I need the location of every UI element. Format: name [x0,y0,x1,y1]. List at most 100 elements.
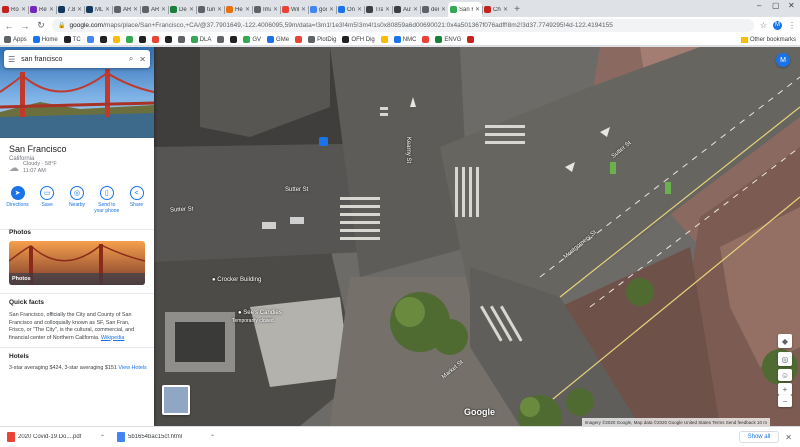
bookmark-item[interactable]: GMe [267,36,289,43]
pegman-icon[interactable]: ☺ [778,369,792,381]
layers-toggle[interactable] [162,385,190,415]
browser-tab[interactable]: Tran✕ [364,2,392,17]
action-share-button[interactable]: < Share [123,186,150,214]
browser-tab[interactable]: Delh✕ [168,2,196,17]
my-location-icon[interactable]: ◎ [778,352,792,366]
close-tab-icon[interactable]: ✕ [133,6,138,13]
browser-tab[interactable]: turn✕ [196,2,224,17]
bookmark-item[interactable] [125,36,133,43]
bookmark-item[interactable] [138,36,146,43]
show-all-button[interactable]: Show all [738,431,780,443]
account-avatar[interactable]: M [776,53,790,67]
browser-tab[interactable]: Rethi✕ [28,2,56,17]
bookmark-item[interactable] [295,36,303,43]
action-directions-button[interactable]: ➤ Directions [4,186,31,214]
browser-tab[interactable]: Chen✕ [482,2,510,17]
browser-tab[interactable]: Will✕ [280,2,308,17]
browser-tab[interactable]: AR-C✕ [140,2,168,17]
bookmark-item[interactable] [86,36,94,43]
bookmark-item[interactable]: NMC [393,36,416,43]
bookmark-item[interactable] [467,36,475,43]
bookmark-item[interactable] [230,36,238,43]
close-tab-icon[interactable]: ✕ [441,6,446,13]
bookmark-item[interactable] [99,36,107,43]
action-save-button[interactable]: ▭ Save [34,186,61,214]
download-item[interactable]: 5b1654bac15cf.html ⌃ [114,430,218,445]
other-bookmarks[interactable]: Other bookmarks [740,36,796,43]
browser-tab[interactable]: Auto✕ [392,2,420,17]
close-tab-icon[interactable]: ✕ [475,6,480,13]
browser-tab[interactable]: Road✕ [0,2,28,17]
close-tab-icon[interactable]: ✕ [503,6,508,13]
hamburger-menu-icon[interactable]: ☰ [8,55,15,64]
close-window-icon[interactable]: ✕ [788,1,795,10]
browser-tab[interactable]: MLT✕ [84,2,112,17]
poi-sees-candies[interactable]: ● See's Candies [238,310,282,316]
close-tab-icon[interactable]: ✕ [21,6,26,13]
bookmark-item[interactable] [217,36,225,43]
bookmark-item[interactable] [151,36,159,43]
bookmark-item[interactable] [164,36,172,43]
maximize-icon[interactable]: ▢ [772,1,780,10]
bookmark-item[interactable]: Apps [4,36,27,43]
download-item[interactable]: 2020 Covid-19 Do....pdf ⌃ [4,430,108,445]
close-tab-icon[interactable]: ✕ [357,6,362,13]
browser-tab[interactable]: Imag✕ [252,2,280,17]
chevron-up-icon[interactable]: ⌃ [210,434,215,441]
compass-icon[interactable]: ◆ [778,334,792,348]
bookmark-item[interactable]: DLA [190,36,211,43]
action-send-button[interactable]: ▯ Send to your phone [93,186,120,214]
zoom-in-button[interactable]: + [778,383,792,395]
close-tab-icon[interactable]: ✕ [49,6,54,13]
close-tab-icon[interactable]: ✕ [329,6,334,13]
close-tab-icon[interactable]: ✕ [385,6,390,13]
clear-search-icon[interactable]: ✕ [139,55,146,64]
close-tab-icon[interactable]: ✕ [189,6,194,13]
close-tab-icon[interactable]: ✕ [217,6,222,13]
close-tab-icon[interactable]: ✕ [413,6,418,13]
view-hotels-link[interactable]: View Hotels [118,365,146,371]
bookmark-item[interactable]: GV [243,36,261,43]
bookmark-item[interactable] [380,36,388,43]
browser-tab[interactable]: goog✕ [308,2,336,17]
browser-menu-icon[interactable]: ⋮ [788,21,796,30]
bookmark-item[interactable]: Home [32,36,58,43]
action-nearby-button[interactable]: ◎ Nearby [64,186,91,214]
bookmark-item[interactable]: ENVG [435,36,461,43]
zoom-out-button[interactable]: − [778,395,792,407]
close-tab-icon[interactable]: ✕ [105,6,110,13]
bookmark-item[interactable]: TC [63,36,81,43]
photos-thumbnail[interactable]: Photos [9,241,145,285]
browser-tab[interactable]: Help✕ [224,2,252,17]
close-tab-icon[interactable]: ✕ [301,6,306,13]
search-box[interactable]: ☰ san francisco ⌕ ✕ [4,50,150,68]
browser-tab[interactable]: dem✕ [420,2,448,17]
bookmark-item[interactable]: OFH Dig [342,36,375,43]
search-input[interactable]: san francisco [21,56,123,63]
close-tab-icon[interactable]: ✕ [273,6,278,13]
browser-tab[interactable]: 7.8 n✕ [56,2,84,17]
close-tab-icon[interactable]: ✕ [245,6,250,13]
reload-icon[interactable]: ↻ [36,20,46,31]
wikipedia-link[interactable]: Wikipedia [101,335,124,341]
profile-avatar-icon[interactable]: M [773,21,782,30]
close-downloads-icon[interactable]: ✕ [785,433,792,442]
address-bar[interactable]: 🔒 google.com/maps/place/San+Francisco,+C… [52,19,754,32]
close-tab-icon[interactable]: ✕ [161,6,166,13]
browser-tab[interactable]: One✕ [336,2,364,17]
bookmark-item[interactable] [422,36,430,43]
new-tab-button[interactable]: + [510,2,524,17]
chevron-up-icon[interactable]: ⌃ [100,434,105,441]
bookmark-item[interactable] [112,36,120,43]
minimize-icon[interactable]: – [757,1,761,10]
poi-crocker-building[interactable]: ● Crocker Building [212,277,261,283]
search-icon[interactable]: ⌕ [129,54,133,64]
bookmark-item[interactable]: PlotDig [308,36,336,43]
browser-tab[interactable]: San F✕ [448,2,482,17]
close-tab-icon[interactable]: ✕ [77,6,82,13]
star-icon[interactable]: ☆ [760,21,767,30]
bookmark-item[interactable] [177,36,185,43]
back-icon[interactable]: ← [4,21,14,31]
forward-icon[interactable]: → [20,21,30,31]
browser-tab[interactable]: AR-C✕ [112,2,140,17]
